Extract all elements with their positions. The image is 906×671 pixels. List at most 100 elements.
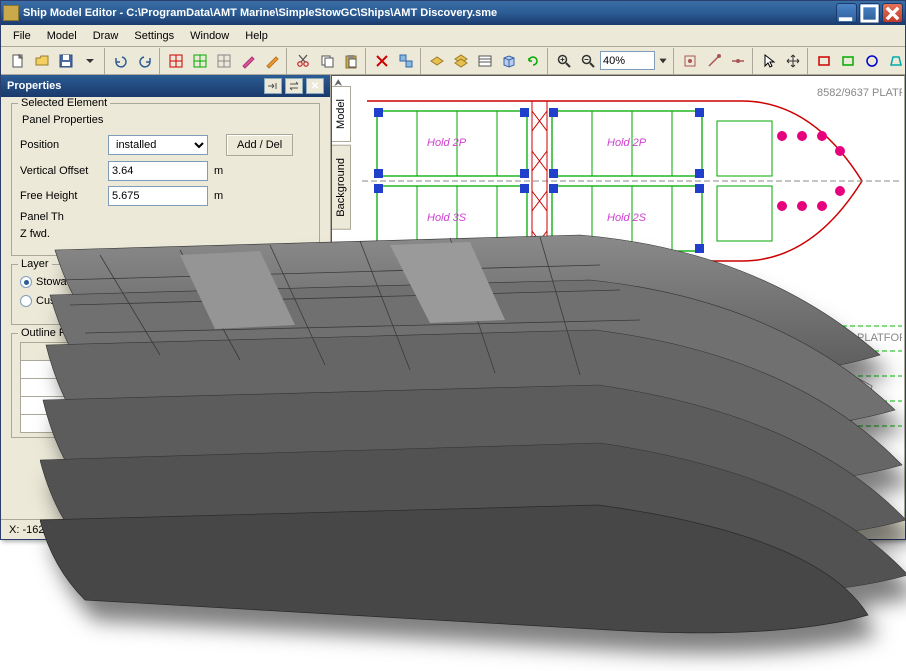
hold2s-label: Hold 2S — [607, 212, 647, 224]
grid-gray-icon[interactable] — [212, 50, 235, 72]
grid-red-icon[interactable] — [164, 50, 187, 72]
table-row: -172.61-2.727 — [21, 361, 190, 379]
paste-icon[interactable] — [339, 50, 362, 72]
properties-header: Properties ✕ — [1, 75, 330, 97]
snap3-icon[interactable] — [726, 50, 749, 72]
vertical-offset-input[interactable] — [108, 161, 208, 181]
close-button[interactable] — [882, 3, 903, 23]
open-icon[interactable] — [30, 50, 53, 72]
toolbar — [1, 47, 905, 75]
snap2-icon[interactable] — [702, 50, 725, 72]
zoom-input[interactable] — [600, 51, 655, 70]
menu-window[interactable]: Window — [182, 28, 237, 44]
move-icon[interactable] — [781, 50, 804, 72]
save-icon[interactable] — [54, 50, 77, 72]
props-close-icon[interactable]: ✕ — [306, 78, 324, 94]
undo-icon[interactable] — [109, 50, 132, 72]
circle-blue-icon[interactable] — [860, 50, 883, 72]
layer2-icon[interactable] — [449, 50, 472, 72]
menu-help[interactable]: Help — [237, 28, 276, 44]
col-y: Y — [110, 343, 190, 361]
tab-model[interactable]: Model — [331, 86, 351, 142]
outline-legend: Outline Points — [18, 327, 92, 339]
hold2p-right-label: Hold 2P — [607, 137, 647, 149]
pen-orange-icon[interactable] — [260, 50, 283, 72]
custom-radio[interactable] — [20, 295, 32, 307]
maximize-button[interactable] — [859, 3, 880, 23]
selected-element-group: Selected Element Panel Properties Positi… — [11, 103, 320, 256]
free-height-unit: m — [214, 190, 228, 202]
hold3s-label: Hold 3S — [427, 212, 467, 224]
platform-top-label: 8582/9637 PLATFORM — [817, 87, 902, 99]
pointer-icon[interactable] — [757, 50, 780, 72]
vertical-offset-label: Vertical Offset — [20, 165, 102, 177]
custom-label: Custom — [36, 295, 74, 307]
new-icon[interactable] — [6, 50, 29, 72]
redo-icon[interactable] — [133, 50, 156, 72]
properties-title: Properties — [7, 80, 261, 92]
statusbar: X: -162.334 m Y: -15.635 m 40% Select Mo… — [1, 519, 905, 539]
add-del-button[interactable]: Add / Del — [226, 134, 293, 156]
panel-properties-legend: Panel Properties — [22, 114, 311, 126]
hold2p-label: Hold 2P — [427, 137, 467, 149]
drawing-canvas[interactable]: ⮝⮟ Model Background — [331, 75, 905, 519]
pen-pink-icon[interactable] — [236, 50, 259, 72]
titlebar: Ship Model Editor - C:\ProgramData\AMT M… — [1, 1, 905, 25]
cut-icon[interactable] — [291, 50, 314, 72]
vertical-offset-unit: m — [214, 165, 228, 177]
minimize-button[interactable] — [836, 3, 857, 23]
snap1-icon[interactable] — [678, 50, 701, 72]
platform-bottom-label: 4384/4398 PLATFORM — [802, 332, 902, 344]
save-dropdown-icon[interactable] — [78, 50, 101, 72]
panel-th-label: Panel Th — [20, 211, 102, 223]
window-title: Ship Model Editor - C:\ProgramData\AMT M… — [23, 7, 836, 19]
box-icon[interactable] — [497, 50, 520, 72]
position-label: Position — [20, 139, 102, 151]
main-area: Properties ✕ Selected Element Panel Prop… — [1, 75, 905, 519]
zfwd-label: Z fwd. — [20, 228, 102, 240]
layer1-icon[interactable] — [425, 50, 448, 72]
app-icon — [3, 5, 19, 21]
props-swap-icon[interactable] — [285, 78, 303, 94]
status-zoom: 40% — [173, 524, 195, 536]
position-select[interactable]: installed — [108, 135, 208, 155]
status-coords: X: -162.334 m Y: -15.635 m — [9, 524, 143, 536]
zoom-in-icon[interactable] — [552, 50, 575, 72]
tab-background[interactable]: Background — [331, 145, 351, 230]
line-button[interactable]: Line — [202, 342, 247, 364]
outline-group: Outline Points XY -172.61-2.727 -166.29-… — [11, 333, 320, 438]
outline-points-table[interactable]: XY -172.61-2.727 -166.29-2.727 -166.29-5… — [20, 342, 190, 433]
free-height-input[interactable] — [108, 186, 208, 206]
custom-layer-input[interactable] — [82, 291, 142, 311]
status-mode: Select Move — [285, 524, 346, 536]
delete-icon[interactable] — [370, 50, 393, 72]
properties-panel: Properties ✕ Selected Element Panel Prop… — [1, 75, 331, 519]
ungroup-icon[interactable] — [394, 50, 417, 72]
layer-config-icon[interactable] — [473, 50, 496, 72]
stowage-radio[interactable] — [20, 276, 32, 288]
table-row: -166.29-2.727 — [21, 379, 190, 397]
rect-red-icon[interactable] — [812, 50, 835, 72]
table-row: -166.29-5.215 — [21, 397, 190, 415]
rect-green-icon[interactable] — [836, 50, 859, 72]
app-window: Ship Model Editor - C:\ProgramData\AMT M… — [0, 0, 906, 540]
zoom-out-icon[interactable] — [576, 50, 599, 72]
col-x: X — [21, 343, 110, 361]
layer-legend: Layer — [18, 258, 52, 270]
menu-model[interactable]: Model — [39, 28, 85, 44]
menu-draw[interactable]: Draw — [85, 28, 127, 44]
menu-file[interactable]: File — [5, 28, 39, 44]
zoom-dropdown-icon[interactable] — [656, 50, 670, 72]
menubar: File Model Draw Settings Window Help — [1, 25, 905, 47]
free-height-label: Free Height — [20, 190, 102, 202]
copy-icon[interactable] — [315, 50, 338, 72]
ship-plan-view: Hold 2P Hold 2P Hold 3S Hold 2S 8582/963… — [362, 81, 902, 281]
menu-settings[interactable]: Settings — [126, 28, 182, 44]
grid-green-icon[interactable] — [188, 50, 211, 72]
ship-elevation-view: 4384/4398 PLATFORM — [362, 296, 902, 476]
refresh-icon[interactable] — [521, 50, 544, 72]
props-send-icon[interactable] — [264, 78, 282, 94]
layer-group: Layer Stowa Custom — [11, 264, 320, 325]
trapezoid-icon[interactable] — [884, 50, 906, 72]
stowage-label: Stowa — [36, 276, 67, 288]
